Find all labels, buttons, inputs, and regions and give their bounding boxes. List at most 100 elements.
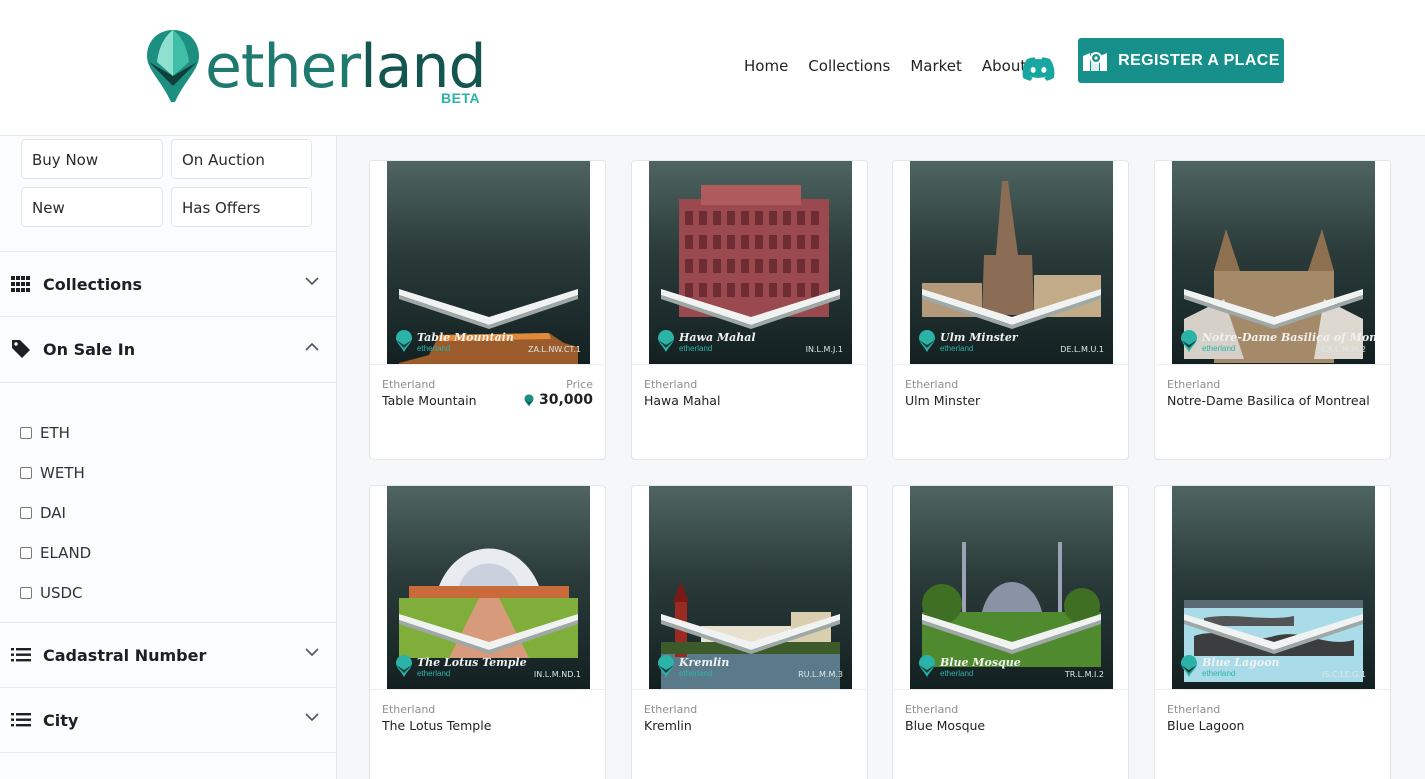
asset-card[interactable]: Ulm Minster etherland DE.L.M.U.1 Etherland U… bbox=[892, 160, 1129, 460]
thumbnail-brand: etherland bbox=[417, 669, 451, 678]
asset-name[interactable]: Blue Mosque bbox=[905, 718, 1116, 733]
main-nav: Home Collections Market About bbox=[744, 57, 1046, 75]
grid-icon bbox=[11, 276, 30, 292]
asset-card[interactable]: Kremlin etherland RU.L.M.M.3 Etherland Kreml… bbox=[631, 485, 868, 779]
etherland-logo[interactable]: etherland BETA bbox=[145, 28, 487, 108]
asset-name[interactable]: Kremlin bbox=[644, 718, 855, 733]
card-info: Etherland Blue Mosque bbox=[893, 689, 1128, 746]
beta-badge: BETA bbox=[441, 90, 481, 106]
asset-thumbnail[interactable]: Notre-Dame Basilica of Montrealetherland… bbox=[1172, 161, 1375, 364]
section-on-sale-in[interactable]: On Sale In bbox=[0, 316, 336, 381]
list-icon bbox=[11, 713, 31, 727]
checkbox[interactable] bbox=[20, 467, 32, 479]
card-info: Etherland The Lotus Temple bbox=[370, 689, 605, 746]
section-collections[interactable]: Collections bbox=[0, 251, 336, 316]
nav-collections[interactable]: Collections bbox=[808, 57, 890, 75]
register-place-button[interactable]: REGISTER A PLACE bbox=[1078, 38, 1284, 83]
card-info: Etherland Blue Lagoon bbox=[1155, 689, 1390, 746]
checkbox[interactable] bbox=[20, 587, 32, 599]
etherland-pin-icon bbox=[919, 330, 935, 352]
land-plate-graphic bbox=[922, 289, 1101, 329]
cadastral-code: ZA.L.NW.CT.1 bbox=[527, 345, 581, 354]
currency-option-usdc[interactable]: USDC bbox=[0, 573, 336, 613]
cadastral-code: RU.L.M.M.3 bbox=[798, 670, 843, 679]
asset-thumbnail[interactable]: Table Mountain etherland ZA.L.NW.CT.1 bbox=[387, 161, 590, 364]
etherland-pin-icon bbox=[1181, 330, 1197, 352]
thumbnail-title: Hawa Mahal bbox=[679, 331, 756, 344]
asset-name[interactable]: Ulm Minster bbox=[905, 393, 1116, 408]
cadastral-code: IS.C.LE.G.1 bbox=[1322, 670, 1366, 679]
card-info: Etherland Kremlin bbox=[632, 689, 867, 746]
filter-buy-now[interactable]: Buy Now bbox=[21, 139, 163, 179]
asset-thumbnail[interactable]: Ulm Minster etherland DE.L.M.U.1 bbox=[910, 161, 1113, 364]
land-plate-graphic bbox=[399, 614, 578, 654]
list-icon bbox=[11, 648, 31, 662]
card-info: Etherland Notre-Dame Basilica of Montreal bbox=[1155, 364, 1390, 421]
asset-grid: Table Mountain etherland ZA.L.NW.CT.1 Ether… bbox=[337, 136, 1425, 779]
nav-market[interactable]: Market bbox=[910, 57, 962, 75]
section-cadastral-number[interactable]: Cadastral Number bbox=[0, 622, 336, 687]
collection-name[interactable]: Etherland bbox=[1167, 378, 1378, 391]
asset-card[interactable]: Blue Mosque etherland TR.L.M.I.2 Etherland B… bbox=[892, 485, 1129, 779]
checkbox[interactable] bbox=[20, 547, 32, 559]
currency-filter-list: ETH WETH DAI ELAND USDC bbox=[0, 382, 336, 622]
card-info: Etherland Hawa Mahal bbox=[632, 364, 867, 421]
cadastral-code: CA.L.M.M.2 bbox=[1321, 345, 1366, 354]
asset-thumbnail[interactable]: The Lotus Temple etherland IN.L.M.ND.1 bbox=[387, 486, 590, 689]
etherland-pin-icon bbox=[919, 655, 935, 677]
thumbnail-brand: etherland bbox=[940, 344, 974, 353]
thumbnail-title: Blue Lagoon bbox=[1202, 656, 1280, 669]
asset-thumbnail[interactable]: Hawa Mahal etherland IN.L.M.J.1 bbox=[649, 161, 852, 364]
collection-name[interactable]: Etherland bbox=[905, 703, 1116, 716]
etherland-pin-icon bbox=[1181, 655, 1197, 677]
logo-pin-icon bbox=[147, 30, 199, 102]
nav-about[interactable]: About bbox=[982, 57, 1026, 75]
chevron-down-icon bbox=[305, 277, 319, 286]
asset-card[interactable]: Blue Lagoon etherland IS.C.LE.G.1 Etherland… bbox=[1154, 485, 1391, 779]
collection-name[interactable]: Etherland bbox=[1167, 703, 1378, 716]
land-plate-graphic bbox=[661, 614, 840, 654]
asset-thumbnail[interactable]: Blue Mosque etherland TR.L.M.I.2 bbox=[910, 486, 1113, 689]
collection-name[interactable]: Etherland bbox=[382, 378, 593, 391]
etherland-pin-icon bbox=[658, 655, 674, 677]
discord-icon[interactable] bbox=[1021, 56, 1056, 82]
thumbnail-brand: etherland bbox=[940, 669, 974, 678]
land-plate-graphic bbox=[399, 289, 578, 329]
asset-card[interactable]: Notre-Dame Basilica of Montrealetherland… bbox=[1154, 160, 1391, 460]
asset-name[interactable]: Notre-Dame Basilica of Montreal bbox=[1167, 393, 1378, 408]
asset-thumbnail[interactable]: Blue Lagoon etherland IS.C.LE.G.1 bbox=[1172, 486, 1375, 689]
price-label: Price bbox=[566, 378, 593, 391]
collection-name[interactable]: Etherland bbox=[382, 703, 593, 716]
card-info: Etherland Table Mountain Price 30,000 bbox=[370, 364, 605, 421]
asset-thumbnail[interactable]: Kremlin etherland RU.L.M.M.3 bbox=[649, 486, 852, 689]
nav-home[interactable]: Home bbox=[744, 57, 788, 75]
filter-has-offers[interactable]: Has Offers bbox=[171, 187, 312, 227]
collection-name[interactable]: Etherland bbox=[644, 378, 855, 391]
thumbnail-title: The Lotus Temple bbox=[417, 656, 527, 669]
section-next[interactable] bbox=[0, 752, 336, 779]
currency-option-eland[interactable]: ELAND bbox=[0, 533, 336, 573]
cadastral-code: IN.L.M.J.1 bbox=[805, 345, 843, 354]
collection-name[interactable]: Etherland bbox=[644, 703, 855, 716]
currency-option-eth[interactable]: ETH bbox=[0, 413, 336, 453]
collection-name[interactable]: Etherland bbox=[905, 378, 1116, 391]
section-title: City bbox=[43, 710, 79, 730]
section-city[interactable]: City bbox=[0, 687, 336, 752]
chevron-down-icon bbox=[305, 648, 319, 657]
filter-new[interactable]: New bbox=[21, 187, 163, 227]
land-plate-graphic bbox=[922, 614, 1101, 654]
checkbox[interactable] bbox=[20, 507, 32, 519]
chevron-up-icon bbox=[305, 342, 319, 351]
asset-name[interactable]: Hawa Mahal bbox=[644, 393, 855, 408]
asset-card[interactable]: Hawa Mahal etherland IN.L.M.J.1 Etherland Ha… bbox=[631, 160, 868, 460]
filter-on-auction[interactable]: On Auction bbox=[171, 139, 312, 179]
site-header: etherland BETA Home Collections Market A… bbox=[0, 0, 1425, 136]
checkbox[interactable] bbox=[20, 427, 32, 439]
currency-option-dai[interactable]: DAI bbox=[0, 493, 336, 533]
currency-option-weth[interactable]: WETH bbox=[0, 453, 336, 493]
asset-name[interactable]: Blue Lagoon bbox=[1167, 718, 1378, 733]
asset-card[interactable]: The Lotus Temple etherland IN.L.M.ND.1 Ethe… bbox=[369, 485, 606, 779]
asset-name[interactable]: The Lotus Temple bbox=[382, 718, 593, 733]
asset-card[interactable]: Table Mountain etherland ZA.L.NW.CT.1 Ether… bbox=[369, 160, 606, 460]
tag-icon bbox=[12, 340, 30, 358]
